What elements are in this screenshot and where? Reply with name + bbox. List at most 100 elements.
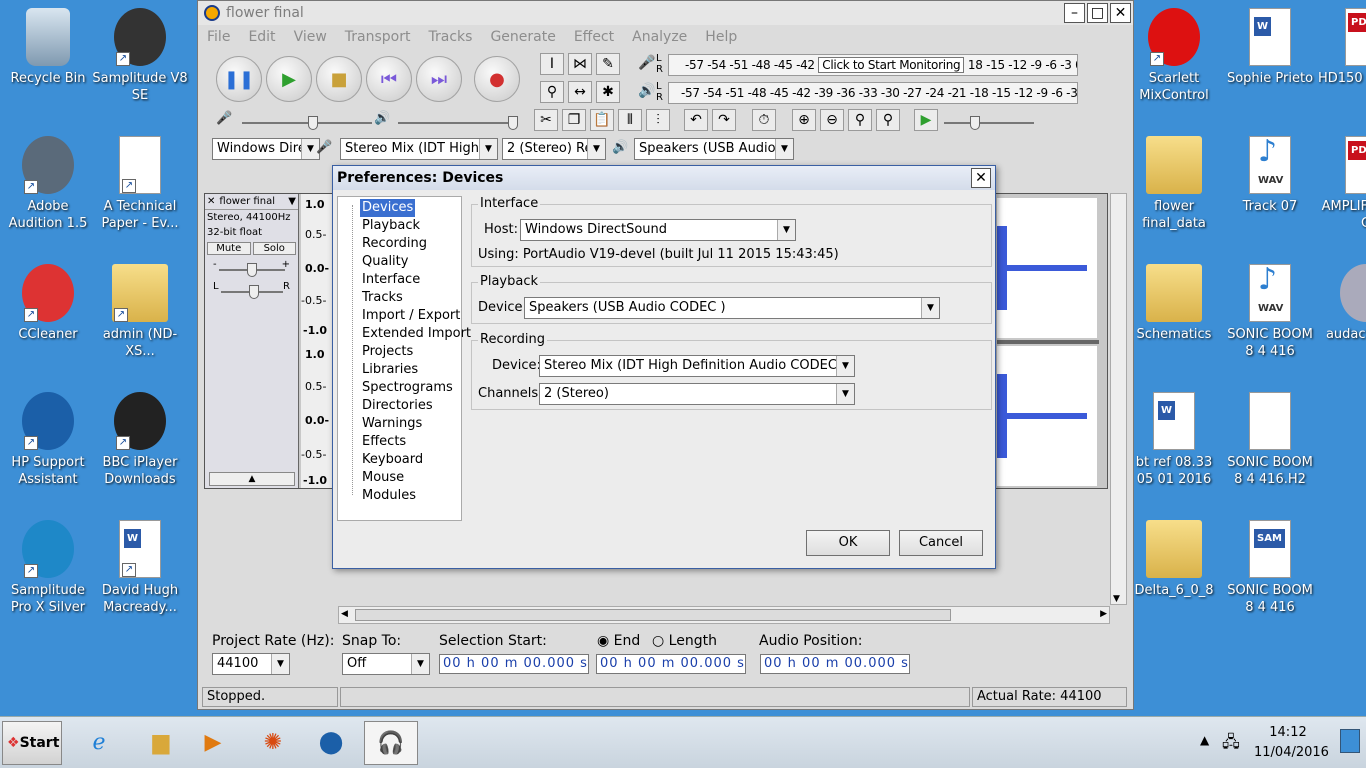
record-meter[interactable]: -57 -54 -51 -48 -45 -42 Click to Start M… xyxy=(668,54,1078,76)
fit-project-button[interactable]: ⚲ xyxy=(876,109,900,131)
show-desktop-button[interactable] xyxy=(1340,729,1360,753)
host-select[interactable]: Windows Dire ▼ xyxy=(212,138,320,160)
horizontal-scrollbar[interactable]: ◀ ▶ xyxy=(338,606,1110,624)
dialog-title[interactable]: Preferences: Devices xyxy=(333,166,995,190)
desktop-icon[interactable]: ↗ A Technical Paper - Ev... xyxy=(92,136,188,232)
paste-button[interactable]: 📋 xyxy=(590,109,614,131)
scroll-thumb[interactable] xyxy=(355,609,951,621)
pref-category-tracks[interactable]: Tracks xyxy=(362,289,403,307)
play-at-speed-button[interactable]: ▶ xyxy=(914,109,938,131)
desktop-icon[interactable]: ↗ Samplitude V8 SE xyxy=(92,8,188,104)
fit-selection-button[interactable]: ⚲ xyxy=(848,109,872,131)
channels-dropdown[interactable]: 2 (Stereo) ▼ xyxy=(539,383,855,405)
window-titlebar[interactable]: flower final – □ ✕ xyxy=(198,1,1133,25)
copy-button[interactable]: ❐ xyxy=(562,109,586,131)
pref-category-spectrograms[interactable]: Spectrograms xyxy=(362,379,453,397)
sync-lock-button[interactable]: ⏱ xyxy=(752,109,776,131)
pref-category-libraries[interactable]: Libraries xyxy=(362,361,418,379)
host-dropdown[interactable]: Windows DirectSound ▼ xyxy=(520,219,796,241)
skip-start-button[interactable]: ⏮ xyxy=(366,56,412,102)
start-monitoring-tooltip[interactable]: Click to Start Monitoring xyxy=(818,57,965,73)
desktop-icon[interactable]: ↗ HP Support Assistant xyxy=(0,392,96,488)
zoom-out-button[interactable]: ⊖ xyxy=(820,109,844,131)
recording-device-select[interactable]: Stereo Mix (IDT High De ▼ xyxy=(340,138,498,160)
menu-transport[interactable]: Transport xyxy=(345,29,411,45)
menu-effect[interactable]: Effect xyxy=(574,29,614,45)
hp-icon[interactable]: ⬤ xyxy=(308,721,354,765)
input-volume-slider[interactable] xyxy=(242,116,372,130)
trim-button[interactable]: ⫴ xyxy=(618,109,642,131)
envelope-tool[interactable]: ⋈ xyxy=(568,53,592,75)
desktop-icon[interactable]: ♪ WAV Track 07 xyxy=(1222,136,1318,215)
pref-category-mouse[interactable]: Mouse xyxy=(362,469,404,487)
desktop-icon[interactable]: PDF HD150 Manual xyxy=(1318,8,1366,87)
pause-button[interactable]: ❚❚ xyxy=(216,56,262,102)
multi-tool[interactable]: ✱ xyxy=(596,81,620,103)
file-explorer-icon[interactable]: ▆ xyxy=(138,721,184,765)
desktop-icon[interactable]: W Sophie Prieto xyxy=(1222,8,1318,87)
recording-device-dropdown[interactable]: Stereo Mix (IDT High Definition Audio CO… xyxy=(539,355,855,377)
channels-select[interactable]: 2 (Stereo) Re ▼ xyxy=(502,138,606,160)
track-name[interactable]: flower final xyxy=(219,196,275,207)
snap-to-select[interactable]: Off ▼ xyxy=(342,653,430,675)
play-speed-slider[interactable] xyxy=(944,116,1034,130)
menu-generate[interactable]: Generate xyxy=(490,29,555,45)
draw-tool[interactable]: ✎ xyxy=(596,53,620,75)
desktop-icon[interactable]: ♪ WAV SONIC BOOM 8 4 416 xyxy=(1222,264,1318,360)
pref-category-recording[interactable]: Recording xyxy=(362,235,427,253)
pref-category-directories[interactable]: Directories xyxy=(362,397,433,415)
selection-tool[interactable]: I xyxy=(540,53,564,75)
dialog-close-button[interactable]: ✕ xyxy=(971,168,991,188)
desktop-icon[interactable]: SONIC BOOM 8 4 416.H2 xyxy=(1222,392,1318,488)
desktop-icon[interactable]: Recycle Bin xyxy=(0,8,96,87)
playback-device-dropdown[interactable]: Speakers (USB Audio CODEC ) ▼ xyxy=(524,297,940,319)
playback-device-select[interactable]: Speakers (USB Audio C(▼ xyxy=(634,138,794,160)
pref-category-interface[interactable]: Interface xyxy=(362,271,420,289)
desktop-icon[interactable]: ↗ BBC iPlayer Downloads xyxy=(92,392,188,488)
time-shift-tool[interactable]: ↔ xyxy=(568,81,592,103)
pref-category-projects[interactable]: Projects xyxy=(362,343,413,361)
pref-category-devices[interactable]: Devices xyxy=(360,199,416,217)
cut-button[interactable]: ✂ xyxy=(534,109,558,131)
menu-edit[interactable]: Edit xyxy=(248,29,275,45)
output-volume-slider[interactable] xyxy=(398,116,518,130)
internet-explorer-icon[interactable]: ℯ xyxy=(76,721,122,765)
desktop-icon[interactable]: Schematics xyxy=(1126,264,1222,343)
pref-category-warnings[interactable]: Warnings xyxy=(362,415,422,433)
zoom-in-button[interactable]: ⊕ xyxy=(792,109,816,131)
desktop-icon[interactable]: ↗ Scarlett MixControl xyxy=(1126,8,1222,104)
desktop-icon[interactable]: PDF AMPLIF Pilot's G xyxy=(1318,136,1366,232)
skip-end-button[interactable]: ⏭ xyxy=(416,56,462,102)
menu-help[interactable]: Help xyxy=(705,29,737,45)
mute-button[interactable]: Mute xyxy=(207,242,251,255)
track-menu-chevron-icon[interactable]: ▼ xyxy=(288,196,296,207)
audacity-taskbar-button[interactable]: 🎧 xyxy=(364,721,418,765)
desktop-icon[interactable]: audacu reco xyxy=(1318,264,1366,343)
collapse-track-button[interactable]: ▲ xyxy=(209,472,295,486)
redo-button[interactable]: ↷ xyxy=(712,109,736,131)
desktop-icon[interactable]: Delta_6_0_8 xyxy=(1126,520,1222,599)
desktop-icon[interactable]: ↗ CCleaner xyxy=(0,264,96,343)
menu-tracks[interactable]: Tracks xyxy=(429,29,473,45)
vertical-scrollbar[interactable]: ▼ xyxy=(1110,193,1127,605)
menu-file[interactable]: File xyxy=(207,29,230,45)
waveform-right-channel[interactable] xyxy=(997,346,1097,486)
menu-view[interactable]: View xyxy=(294,29,327,45)
maximize-button[interactable]: □ xyxy=(1087,3,1108,23)
ok-button[interactable]: OK xyxy=(806,530,890,556)
end-radio[interactable]: ◉ End xyxy=(597,633,640,649)
show-hidden-icons-chevron[interactable]: ▲ xyxy=(1200,733,1209,747)
start-button[interactable]: ❖Start xyxy=(2,721,62,765)
menu-analyze[interactable]: Analyze xyxy=(632,29,687,45)
audio-position-time[interactable]: 00 h 00 m 00.000 s xyxy=(760,654,910,674)
playback-meter[interactable]: -57 -54 -51 -48 -45 -42 -39 -36 -33 -30 … xyxy=(668,82,1078,104)
track-close-icon[interactable]: ✕ xyxy=(207,196,215,207)
desktop-icon[interactable]: Wbt ref 08.33 05 01 2016 xyxy=(1126,392,1222,488)
selection-start-time[interactable]: 00 h 00 m 00.000 s xyxy=(439,654,589,674)
close-button[interactable]: ✕ xyxy=(1110,3,1131,23)
clock-date[interactable]: 11/04/2016 xyxy=(1254,745,1329,760)
desktop-icon[interactable]: ↗ Samplitude Pro X Silver xyxy=(0,520,96,616)
stop-button[interactable]: ■ xyxy=(316,56,362,102)
cancel-button[interactable]: Cancel xyxy=(899,530,983,556)
pref-category-effects[interactable]: Effects xyxy=(362,433,406,451)
